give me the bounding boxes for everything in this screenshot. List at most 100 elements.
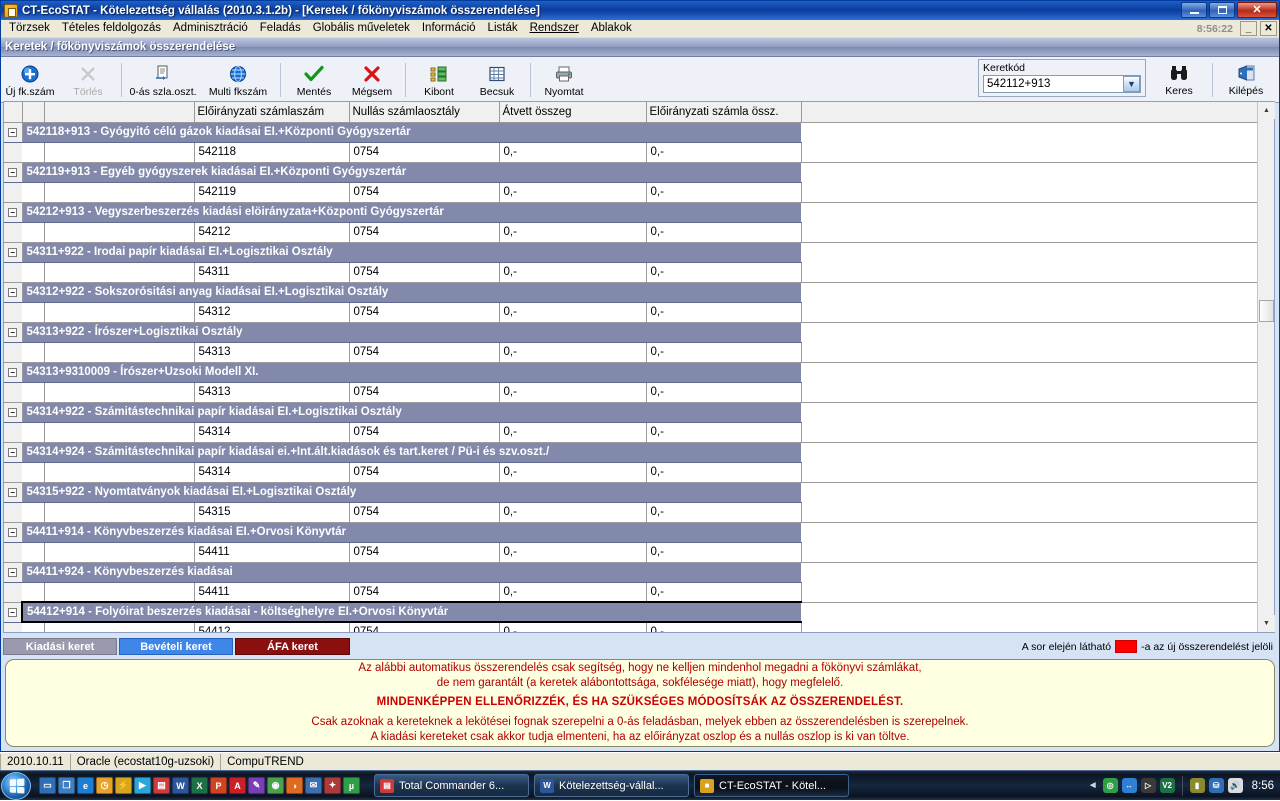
grid-vertical-scrollbar[interactable]: ▲ ▼ [1257, 102, 1275, 632]
grid-group-row[interactable]: –542118+913 - Gyógyitó célú gázok kiadás… [4, 122, 1257, 143]
cell-allocation-account-total[interactable]: 0,- [646, 502, 802, 523]
cell-allocation-account-total[interactable]: 0,- [646, 262, 802, 283]
cell-transferred-amount[interactable]: 0,- [499, 382, 647, 403]
cell-zero-account-class[interactable]: 0754 [349, 622, 500, 632]
collapse-expander-icon[interactable]: – [8, 568, 18, 577]
collapse-expander-icon[interactable]: – [8, 328, 18, 337]
cell-allocation-account-no[interactable]: 54314 [194, 462, 350, 483]
word-icon[interactable]: W [172, 777, 189, 794]
cell-transferred-amount[interactable]: 0,- [499, 222, 647, 243]
cell-zero-account-class[interactable]: 0754 [349, 342, 500, 363]
collapse-expander-icon[interactable]: – [8, 488, 18, 497]
cell-allocation-account-no[interactable]: 54315 [194, 502, 350, 523]
cell-transferred-amount[interactable]: 0,- [499, 182, 647, 203]
acrobat-icon[interactable]: A [229, 777, 246, 794]
grid-group-row[interactable]: –54311+922 - Irodai papír kiadásai EI.+L… [4, 242, 1257, 263]
frame-code-combobox[interactable]: 542112+913 ▼ [983, 75, 1141, 93]
grid-group-row[interactable]: –54313+922 - Írószer+Logisztikai Osztály [4, 322, 1257, 343]
row-expander-cell[interactable]: – [4, 202, 23, 223]
cell-allocation-account-total[interactable]: 0,- [646, 382, 802, 403]
cell-transferred-amount[interactable]: 0,- [499, 582, 647, 603]
tray-clock[interactable]: 8:56 [1252, 780, 1274, 792]
new-account-button[interactable]: Új fk.szám [1, 60, 59, 102]
grid-data-row[interactable]: 542118 0754 0,- 0,- [4, 142, 1257, 163]
cell-zero-account-class[interactable]: 0754 [349, 262, 500, 283]
grid-group-row[interactable]: –54315+922 - Nyomtatványok kiadásai EI.+… [4, 482, 1257, 503]
antivirus-icon[interactable]: ✦ [324, 777, 341, 794]
clock-icon[interactable]: ◷ [96, 777, 113, 794]
cell-transferred-amount[interactable]: 0,- [499, 302, 647, 323]
cell-zero-account-class[interactable]: 0754 [349, 302, 500, 323]
cell-allocation-account-no[interactable]: 54411 [194, 582, 350, 603]
cell-zero-account-class[interactable]: 0754 [349, 142, 500, 163]
cell-allocation-account-no[interactable]: 54314 [194, 422, 350, 443]
menu-item-adminisztracio[interactable]: Adminisztráció [167, 20, 254, 37]
mdi-close-button[interactable]: ✕ [1260, 21, 1277, 36]
taskbar-task-button[interactable]: ■ CT-EcoSTAT - Kötel... [694, 774, 849, 797]
lightning-icon[interactable]: ⚡ [115, 777, 132, 794]
internet-explorer-icon[interactable]: e [77, 777, 94, 794]
collapse-expander-icon[interactable]: – [8, 248, 18, 257]
cell-allocation-account-no[interactable]: 54212 [194, 222, 350, 243]
row-expander-cell[interactable]: – [4, 242, 23, 263]
minimize-button[interactable] [1181, 2, 1207, 18]
grid-group-row[interactable]: –54314+922 - Számitástechnikai papír kia… [4, 402, 1257, 423]
multi-account-button[interactable]: Multi fkszám [200, 60, 276, 102]
row-expander-cell[interactable]: – [4, 402, 23, 423]
cell-allocation-account-no[interactable]: 54311 [194, 262, 350, 283]
cell-transferred-amount[interactable]: 0,- [499, 622, 647, 632]
cell-allocation-account-total[interactable]: 0,- [646, 302, 802, 323]
collapse-expander-icon[interactable]: – [8, 408, 18, 417]
sync-blue-icon[interactable]: ↔ [1121, 778, 1137, 793]
grid-group-row[interactable]: –542119+913 - Egyéb gyógyszerek kiadásai… [4, 162, 1257, 183]
collapse-expander-icon[interactable]: – [8, 448, 18, 457]
paint-icon[interactable]: ✎ [248, 777, 265, 794]
show-desktop-icon[interactable]: ▭ [39, 777, 56, 794]
grid-data-row[interactable]: 54315 0754 0,- 0,- [4, 502, 1257, 523]
cell-allocation-account-total[interactable]: 0,- [646, 182, 802, 203]
shield-green-icon[interactable]: ◎ [1102, 778, 1118, 793]
grid-data-row[interactable]: 54411 0754 0,- 0,- [4, 542, 1257, 563]
cell-allocation-account-total[interactable]: 0,- [646, 342, 802, 363]
expand-all-button[interactable]: Kibont [410, 60, 468, 102]
grid-group-row[interactable]: –54412+914 - Folyóirat beszerzés kiadása… [4, 601, 1257, 623]
v2-icon[interactable]: V2 [1159, 778, 1175, 793]
firefox-icon[interactable]: ◑ [286, 777, 303, 794]
collapse-expander-icon[interactable]: – [8, 168, 18, 177]
collapse-expander-icon[interactable]: – [8, 608, 17, 617]
chevron-down-icon[interactable]: ▼ [1123, 76, 1140, 92]
cell-zero-account-class[interactable]: 0754 [349, 502, 500, 523]
switch-window-icon[interactable]: ❒ [58, 777, 75, 794]
taskbar-task-button[interactable]: ▤ Total Commander 6... [374, 774, 529, 797]
grid-col-allocation-account-total[interactable]: Előirányzati számla össz. [646, 102, 802, 123]
cell-zero-account-class[interactable]: 0754 [349, 222, 500, 243]
mdi-restore-button[interactable]: _ [1240, 21, 1257, 36]
legend-button-beveteli-keret[interactable]: Bevételi keret [119, 638, 233, 655]
cancel-button[interactable]: Mégsem [343, 60, 401, 102]
grid-data-row[interactable]: 54313 0754 0,- 0,- [4, 382, 1257, 403]
cell-allocation-account-total[interactable]: 0,- [646, 582, 802, 603]
row-expander-cell[interactable]: – [4, 442, 23, 463]
zero-account-class-button[interactable]: 0-ás szla.oszt. [126, 60, 200, 102]
grid-data-row[interactable]: 54314 0754 0,- 0,- [4, 422, 1257, 443]
cell-transferred-amount[interactable]: 0,- [499, 502, 647, 523]
start-button[interactable] [1, 771, 31, 800]
cell-allocation-account-no[interactable]: 54313 [194, 382, 350, 403]
media-player-icon[interactable]: ▶ [134, 777, 151, 794]
cell-allocation-account-no[interactable]: 542119 [194, 182, 350, 203]
legend-button-afa-keret[interactable]: ÁFA keret [235, 638, 350, 655]
grid-data-row[interactable]: 54313 0754 0,- 0,- [4, 342, 1257, 363]
media-list-icon[interactable]: ▷ [1140, 778, 1156, 793]
powerpoint-icon[interactable]: P [210, 777, 227, 794]
print-button[interactable]: Nyomtat [535, 60, 593, 102]
cell-allocation-account-no[interactable]: 542118 [194, 142, 350, 163]
maximize-button[interactable] [1209, 2, 1235, 18]
cell-transferred-amount[interactable]: 0,- [499, 422, 647, 443]
bowling-icon[interactable]: ◉ [267, 777, 284, 794]
cell-zero-account-class[interactable]: 0754 [349, 382, 500, 403]
row-expander-cell[interactable]: – [4, 482, 23, 503]
collapse-expander-icon[interactable]: – [8, 128, 18, 137]
cell-transferred-amount[interactable]: 0,- [499, 142, 647, 163]
grid-col-allocation-account-no[interactable]: Előirányzati számlaszám [194, 102, 350, 123]
menu-item-torzsek[interactable]: Törzsek [3, 20, 56, 37]
